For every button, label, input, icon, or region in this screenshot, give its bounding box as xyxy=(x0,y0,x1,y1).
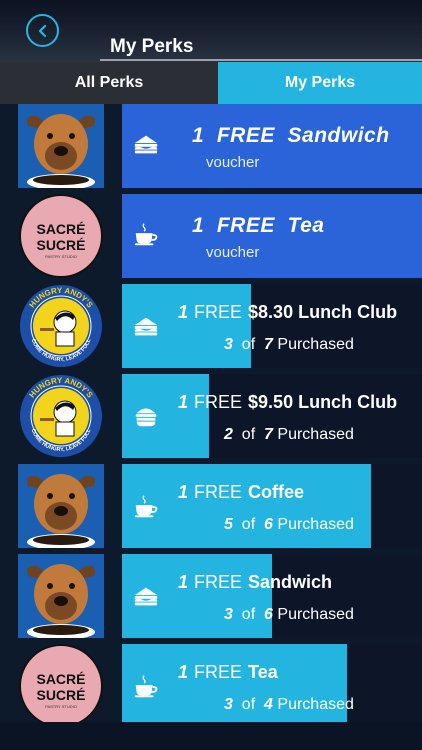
perk-title: 1 FREE Coffee xyxy=(178,482,305,502)
logo-text: SACRÉ xyxy=(36,221,85,237)
purchase-progress: 3 of 4 Purchased xyxy=(224,696,354,713)
purchase-progress: 3 of 6 Purchased xyxy=(224,606,354,623)
back-button[interactable] xyxy=(26,14,59,47)
tab-my-perks[interactable]: My Perks xyxy=(218,62,422,104)
purchase-progress: 2 of 7 Purchased xyxy=(224,426,354,443)
perk-row[interactable]: SACRÉ SUCRÉ PASTRY STUDIO 1 FREE Tea voucher xyxy=(0,194,422,278)
voucher-subtitle: voucher xyxy=(206,244,260,261)
header-divider xyxy=(100,59,422,61)
perk-row[interactable]: 1 FREE Sandwich 3 of 6 Purchased xyxy=(0,554,422,638)
logo-text: SACRÉ xyxy=(36,671,85,687)
vendor-logo-hungry-andys: HUNGRY ANDY'S COME HUNGRY, LEAVE FULL xyxy=(18,374,104,458)
perk-title: 1 FREE $9.50 Lunch Club xyxy=(178,392,398,412)
cup-icon xyxy=(132,222,160,246)
perk-row[interactable]: HUNGRY ANDY'S COME HUNGRY, LEAVE FULL 1 FRE… xyxy=(0,284,422,368)
tab-all-perks[interactable]: All Perks xyxy=(0,62,218,104)
app-header: My Perks xyxy=(0,0,422,62)
perk-title: 1 FREE $8.30 Lunch Club xyxy=(178,302,398,322)
perk-row[interactable]: 1 FREE Sandwich voucher xyxy=(0,104,422,188)
sandwich-icon xyxy=(132,314,160,338)
vendor-logo-sacre-sucre: SACRÉ SUCRÉ PASTRY STUDIO xyxy=(18,194,104,278)
logo-text: SUCRÉ xyxy=(36,687,85,703)
voucher-title: 1 FREE Sandwich xyxy=(192,124,390,147)
vendor-logo-hungry-andys: HUNGRY ANDY'S COME HUNGRY, LEAVE FULL xyxy=(18,284,104,368)
vendor-logo-sacre-sucre: SACRÉ SUCRÉ PASTRY STUDIO xyxy=(18,644,104,728)
vendor-logo-dog xyxy=(18,554,104,638)
perk-title: 1 FREE Sandwich xyxy=(178,572,333,592)
purchase-progress: 3 of 7 Purchased xyxy=(224,336,354,353)
purchase-progress: 5 of 6 Purchased xyxy=(224,516,354,533)
sandwich-icon xyxy=(132,132,160,156)
vendor-logo-dog xyxy=(18,464,104,548)
perk-row[interactable]: 1 FREE Coffee 5 of 6 Purchased xyxy=(0,464,422,548)
page-title: My Perks xyxy=(110,36,194,57)
cup-icon xyxy=(132,494,160,518)
cup-icon xyxy=(132,674,160,698)
voucher-title: 1 FREE Tea xyxy=(192,214,325,237)
perk-row[interactable]: SACRÉ SUCRÉ PASTRY STUDIO 1 FREE Tea 3 of 4 Pu… xyxy=(0,644,422,728)
logo-text: SUCRÉ xyxy=(36,237,85,253)
vendor-logo-dog xyxy=(18,104,104,188)
perk-title: 1 FREE Tea xyxy=(178,662,278,682)
burger-icon xyxy=(132,404,160,428)
sandwich-icon xyxy=(132,584,160,608)
perk-row[interactable]: HUNGRY ANDY'S COME HUNGRY, LEAVE FULL 1 FRE… xyxy=(0,374,422,458)
perk-tabs: All Perks My Perks xyxy=(0,62,422,104)
logo-text: PASTRY STUDIO xyxy=(45,704,77,709)
chevron-left-icon xyxy=(38,24,46,37)
voucher-subtitle: voucher xyxy=(206,154,260,171)
bottom-bar xyxy=(0,722,422,750)
logo-text: PASTRY STUDIO xyxy=(45,254,77,259)
